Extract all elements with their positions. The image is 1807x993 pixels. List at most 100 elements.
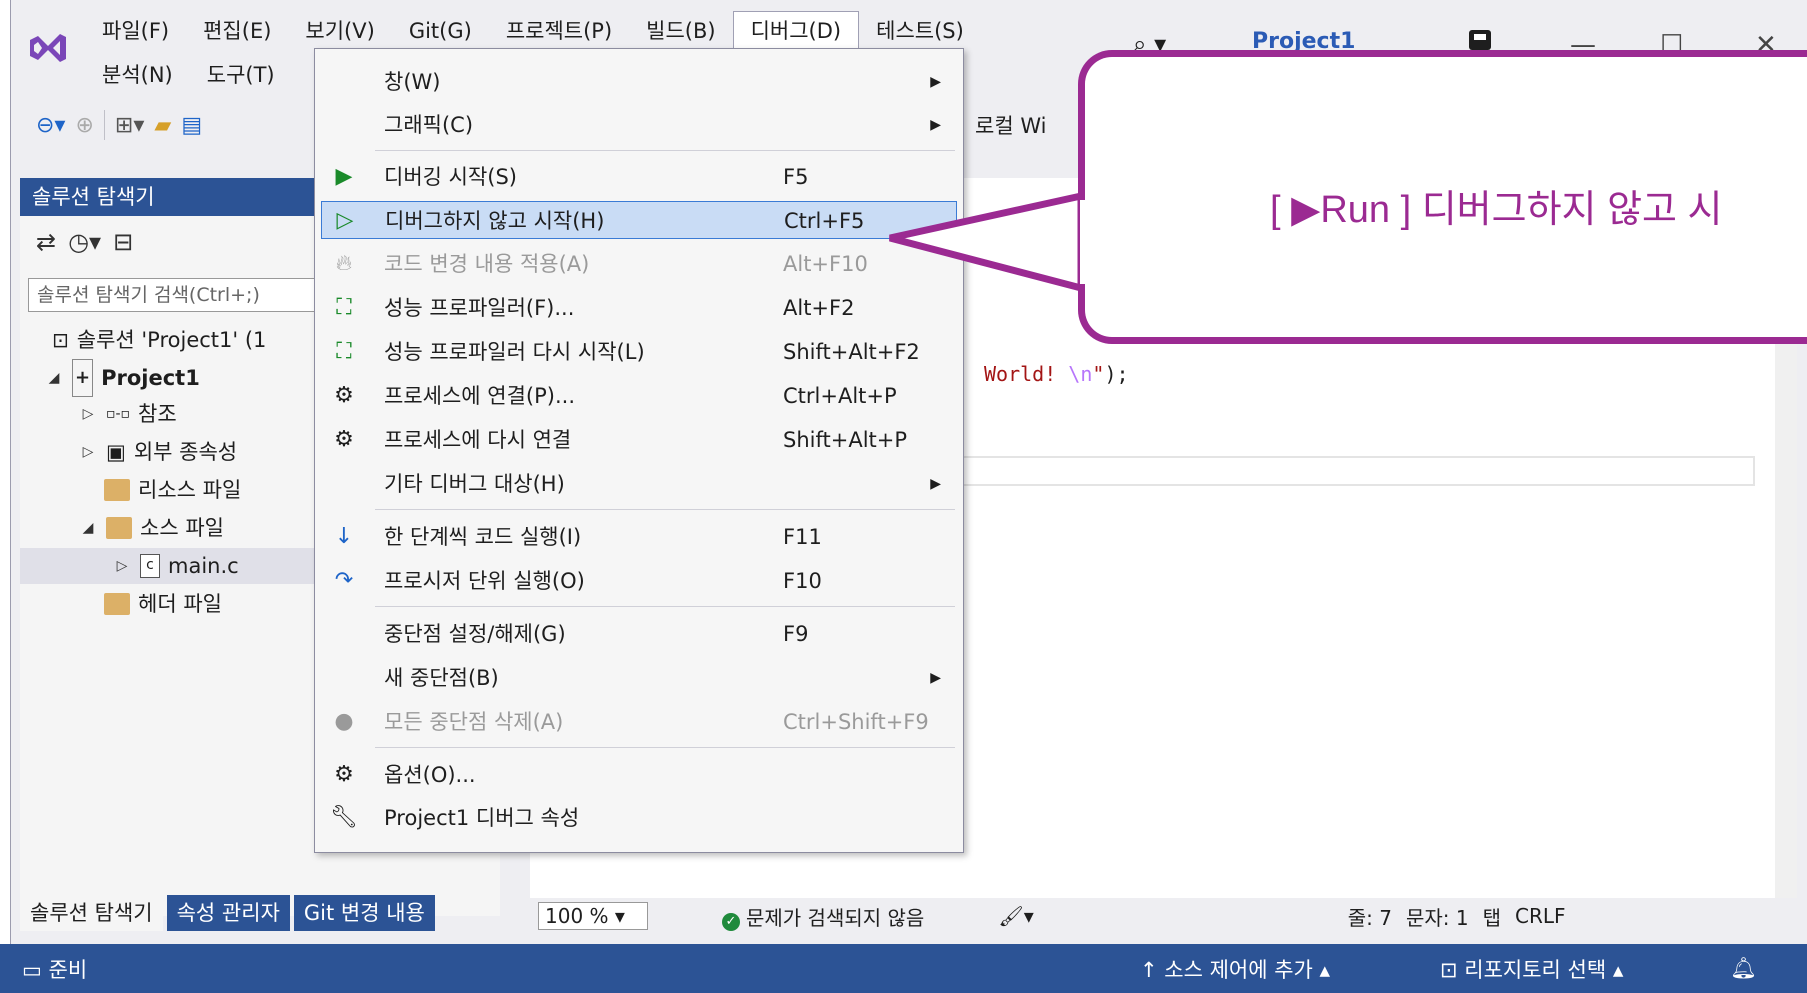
- external-deps-icon: ▣: [106, 440, 126, 464]
- forward-icon[interactable]: ⊕: [75, 113, 93, 138]
- tree-item-external-deps[interactable]: ▷ ▣ 외부 종속성: [78, 434, 238, 470]
- menu-separator: [375, 747, 955, 748]
- menu-analyze[interactable]: 분석(N): [85, 56, 190, 94]
- visual-studio-logo-icon: [30, 34, 66, 62]
- history-icon[interactable]: ◷▾: [68, 228, 101, 256]
- menu-debug[interactable]: 디버그(D): [732, 11, 860, 51]
- cleanup-icon[interactable]: 🖌▾: [998, 904, 1033, 928]
- tab-indicator[interactable]: 탭: [1483, 902, 1501, 931]
- menu-separator: [375, 150, 955, 151]
- menu-file[interactable]: 파일(F): [85, 12, 186, 50]
- issues-indicator[interactable]: ✓ 문제가 검색되지 않음: [722, 902, 924, 931]
- collapse-icon[interactable]: ⊟: [113, 228, 133, 256]
- check-circle-icon: ✓: [722, 912, 740, 931]
- menu-item-window[interactable]: 창(W) ▶: [321, 63, 957, 101]
- menu-view[interactable]: 보기(V): [288, 12, 391, 50]
- menu-item-toggle-breakpoint[interactable]: 중단점 설정/해제(G) F9: [321, 615, 957, 653]
- menu-item-options[interactable]: ⚙ 옵션(O)...: [321, 756, 957, 794]
- step-over-icon: ↷: [334, 568, 354, 593]
- line-indicator[interactable]: 줄: 7: [1348, 902, 1392, 931]
- menu-item-step-over[interactable]: ↷ 프로시저 단위 실행(O) F10: [321, 562, 957, 600]
- menu-separator: [375, 606, 955, 607]
- expanded-caret-icon[interactable]: ◢: [78, 510, 98, 546]
- collapsed-caret-icon[interactable]: ▷: [78, 434, 98, 470]
- tab-git-changes[interactable]: Git 변경 내용: [293, 895, 435, 931]
- escape-sequence: \n: [1068, 362, 1093, 386]
- menu-item-attach-to-process[interactable]: ⚙ 프로세스에 연결(P)... Ctrl+Alt+P: [321, 377, 957, 415]
- project-icon: +: [72, 359, 94, 397]
- profiler-icon: ⛶: [336, 339, 352, 364]
- tab-property-manager[interactable]: 속성 관리자: [166, 895, 290, 931]
- menu-git[interactable]: Git(G): [392, 12, 489, 50]
- delete-breakpoints-icon: ●: [334, 709, 354, 734]
- collapsed-caret-icon[interactable]: ▷: [78, 396, 98, 432]
- menu-item-start-without-debugging[interactable]: ▷ 디버그하지 않고 시작(H) Ctrl+F5: [321, 201, 957, 239]
- menu-bar-row1: 파일(F) 편집(E) 보기(V) Git(G) 프로젝트(P) 빌드(B) 디…: [85, 11, 981, 51]
- profiler-icon: ⛶: [336, 295, 352, 320]
- submenu-arrow-icon: ▶: [930, 117, 941, 133]
- tree-item-resource-files[interactable]: 리소스 파일: [104, 472, 241, 508]
- menu-item-start-debugging[interactable]: ▶ 디버깅 시작(S) F5: [321, 158, 957, 196]
- play-icon: ▶: [335, 164, 353, 189]
- sync-icon[interactable]: ⇄: [36, 228, 56, 256]
- menu-item-new-breakpoint[interactable]: 새 중단점(B) ▶: [321, 659, 957, 697]
- gears-icon: ⚙: [334, 383, 354, 408]
- save-icon[interactable]: ▤: [181, 113, 202, 138]
- menu-item-step-into[interactable]: ↓ 한 단계씩 코드 실행(I) F11: [321, 518, 957, 556]
- eol-indicator[interactable]: CRLF: [1515, 904, 1566, 928]
- menu-item-performance-profiler[interactable]: ⛶ 성능 프로파일러(F)... Alt+F2: [321, 289, 957, 327]
- solution-icon: ⊡: [52, 328, 69, 352]
- code-line: World! \n");: [984, 362, 1129, 386]
- solution-search-input[interactable]: 솔루션 탐색기 검색(Ctrl+;): [28, 278, 328, 312]
- menu-build[interactable]: 빌드(B): [629, 12, 732, 50]
- menu-bar-row2: 분석(N) 도구(T): [85, 56, 292, 94]
- tree-item-header-files[interactable]: 헤더 파일: [104, 586, 222, 622]
- menu-item-debug-properties[interactable]: 🔧︎ Project1 디버그 속성: [321, 799, 957, 837]
- expanded-caret-icon[interactable]: ◢: [44, 360, 64, 396]
- menu-test[interactable]: 테스트(S): [859, 12, 981, 50]
- tree-item-references[interactable]: ▷ ▫-▫ 참조: [78, 396, 177, 432]
- wrench-icon: 🔧︎: [330, 805, 358, 830]
- submenu-arrow-icon: ▶: [930, 476, 941, 492]
- new-project-icon[interactable]: ⊞▾: [115, 113, 144, 138]
- back-icon[interactable]: ⊖▾: [36, 113, 65, 138]
- solution-explorer-toolbar: ⇄ ◷▾ ⊟: [36, 228, 133, 256]
- repository-button[interactable]: ⊡ 리포지토리 선택 ▴: [1440, 954, 1623, 984]
- menu-item-delete-all-breakpoints[interactable]: ● 모든 중단점 삭제(A) Ctrl+Shift+F9: [321, 703, 957, 741]
- step-into-icon: ↓: [334, 524, 354, 549]
- menu-item-reattach-to-process[interactable]: ⚙ 프로세스에 다시 연결 Shift+Alt+P: [321, 421, 957, 459]
- folder-icon: [104, 593, 130, 615]
- solution-bottom-tabs: 솔루션 탐색기 속성 관리자 Git 변경 내용: [20, 895, 439, 931]
- folder-icon: [104, 479, 130, 501]
- menu-item-relaunch-profiler[interactable]: ⛶ 성능 프로파일러 다시 시작(L) Shift+Alt+F2: [321, 333, 957, 371]
- zoom-select[interactable]: 100 % ▾: [538, 902, 648, 930]
- debug-menu-dropdown: 창(W) ▶ 그래픽(C) ▶ ▶ 디버깅 시작(S) F5 ▷ 디버그하지 않고 시…: [314, 48, 964, 853]
- menu-tools[interactable]: 도구(T): [190, 56, 292, 94]
- code-close: );: [1104, 362, 1129, 386]
- play-outline-icon: ▷: [336, 208, 354, 233]
- code-quote: ": [1092, 362, 1105, 386]
- notification-bell-icon[interactable]: 🔔︎: [1730, 956, 1757, 981]
- open-folder-icon[interactable]: ▰: [154, 113, 171, 138]
- source-control-button[interactable]: ↑ 소스 제어에 추가 ▴: [1140, 954, 1330, 984]
- c-file-icon: c: [140, 554, 160, 578]
- ready-status: ▭ 준비: [22, 957, 88, 982]
- toolbar-separator: [103, 110, 105, 140]
- char-indicator[interactable]: 문자: 1: [1406, 902, 1469, 931]
- menu-item-graphics[interactable]: 그래픽(C) ▶: [321, 106, 957, 144]
- folder-icon: [106, 517, 132, 539]
- menu-item-other-debug-targets[interactable]: 기타 디버그 대상(H) ▶: [321, 465, 957, 503]
- menu-project[interactable]: 프로젝트(P): [489, 12, 629, 50]
- tree-item-source-files[interactable]: ◢ 소스 파일: [78, 510, 224, 546]
- tab-solution-explorer[interactable]: 솔루션 탐색기: [20, 895, 163, 931]
- editor-status-strip: 100 % ▾ ✓ 문제가 검색되지 않음 🖌▾ 줄: 7 문자: 1 탭 CRL…: [530, 898, 1797, 934]
- menu-edit[interactable]: 편집(E): [186, 12, 288, 50]
- collapsed-caret-icon[interactable]: ▷: [112, 548, 132, 584]
- menu-item-apply-code-changes[interactable]: 🔥︎ 코드 변경 내용 적용(A) Alt+F10: [321, 245, 957, 283]
- tree-item-project[interactable]: ◢ + Project1: [44, 359, 200, 397]
- debug-target-label[interactable]: 로컬 Wi: [975, 110, 1046, 140]
- flame-icon: 🔥︎: [335, 251, 353, 276]
- tree-item-solution[interactable]: ⊡ 솔루션 'Project1' (1: [52, 322, 266, 358]
- gears-icon: ⚙: [334, 427, 354, 452]
- status-bar: ▭ 준비 ↑ 소스 제어에 추가 ▴ ⊡ 리포지토리 선택 ▴ 🔔︎: [0, 944, 1807, 993]
